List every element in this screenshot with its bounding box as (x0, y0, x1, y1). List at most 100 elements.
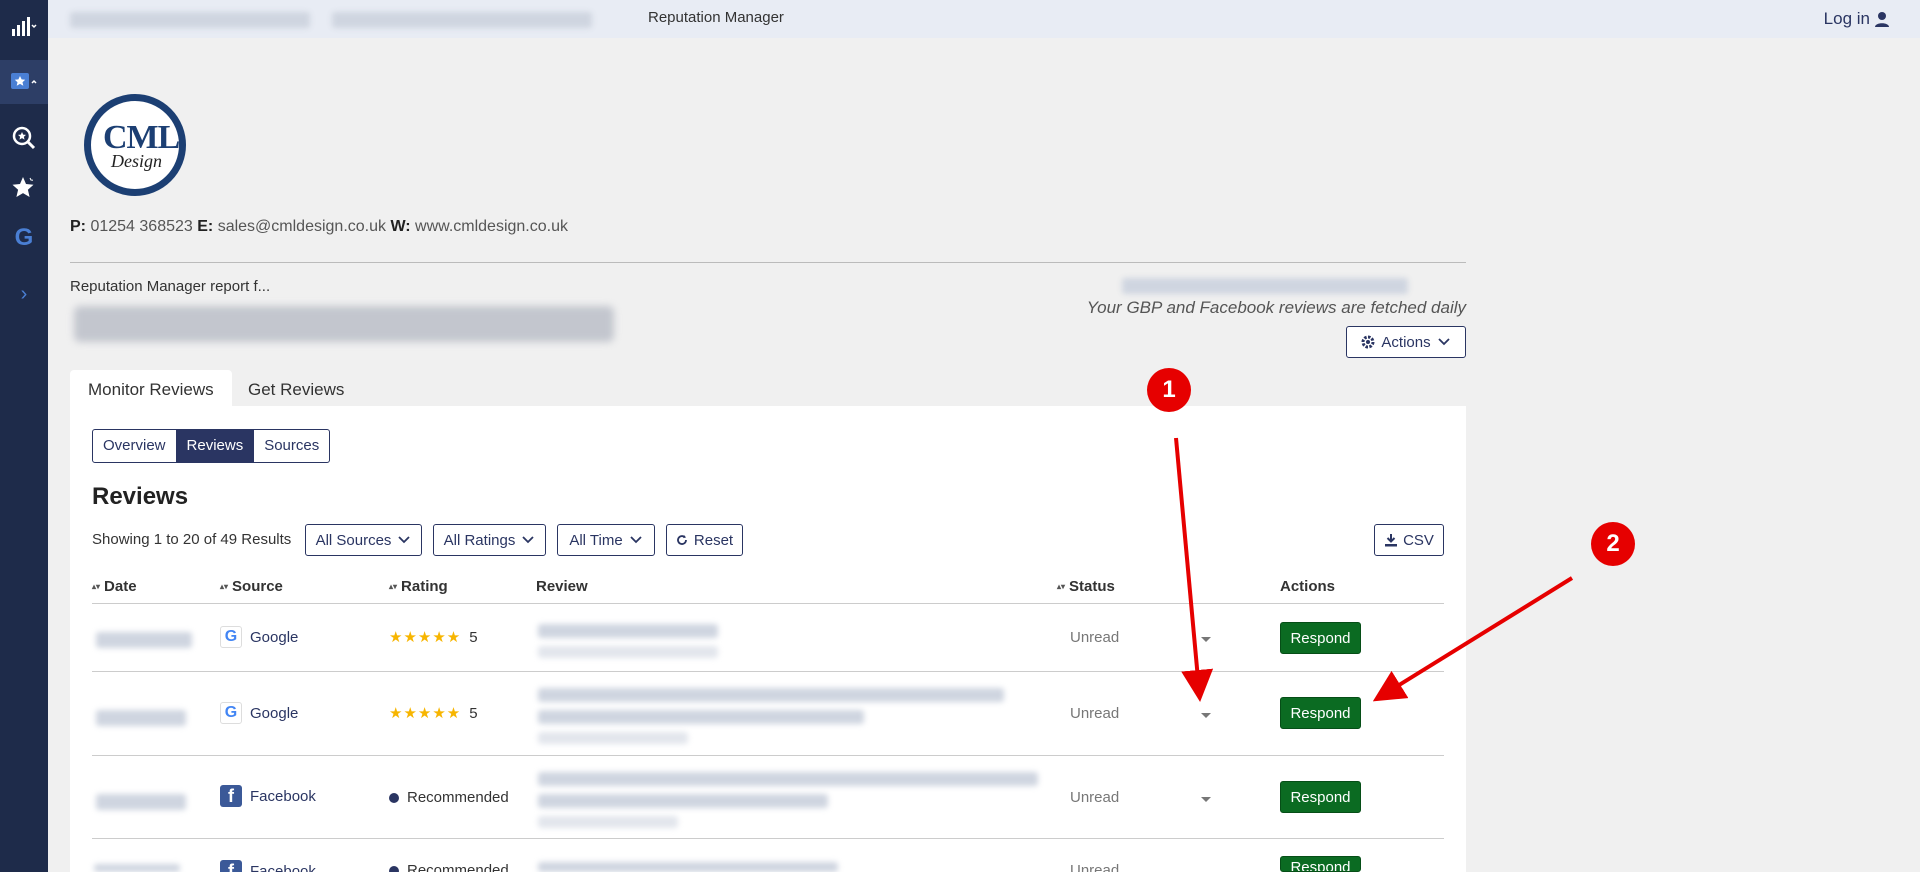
login-label: Log in (1823, 9, 1870, 28)
rating-value: Recommended (407, 789, 509, 806)
company-logo: CML Design (84, 94, 186, 196)
col-source-label: Source (232, 578, 283, 595)
blurred-review-text (538, 688, 1004, 702)
blurred-breadcrumb (332, 12, 592, 28)
login-link[interactable]: Log in (1824, 9, 1890, 29)
subtab-overview[interactable]: Overview (93, 430, 177, 462)
review-rating: Recommended (389, 789, 509, 806)
blurred-review-text (538, 710, 864, 724)
website-label: W: (390, 218, 411, 235)
blurred-review-text (538, 646, 718, 658)
filter-sources-dropdown[interactable]: All Sources (305, 524, 422, 556)
download-icon (1385, 534, 1398, 547)
refresh-icon (677, 535, 687, 545)
rating-value: 5 (469, 628, 478, 646)
chart-icon[interactable] (0, 4, 48, 48)
tab-get-reviews[interactable]: Get Reviews (230, 370, 362, 406)
source-label: Google (250, 628, 299, 646)
chevron-down-icon (522, 536, 534, 544)
col-actions-label: Actions (1280, 578, 1336, 595)
sort-icon: ▴▾ (389, 582, 398, 591)
user-icon (1875, 12, 1889, 27)
row-divider (92, 838, 1444, 839)
review-status: Unread (1070, 789, 1120, 806)
col-rating-label: Rating (401, 578, 448, 595)
sort-icon: ▴▾ (220, 582, 229, 591)
blurred-date (96, 710, 186, 726)
col-status-header[interactable]: ▴▾ Status (1057, 578, 1115, 595)
status-dropdown-icon[interactable] (1201, 637, 1211, 642)
respond-button[interactable]: Respond (1280, 856, 1361, 872)
expand-chevron-icon[interactable]: › (0, 272, 48, 316)
rating-value: 5 (469, 704, 478, 722)
respond-button[interactable]: Respond (1280, 697, 1361, 729)
review-status: Unread (1070, 705, 1120, 722)
review-source: G Google (220, 702, 298, 724)
chevron-down-icon (398, 536, 411, 544)
recommended-dot-icon (389, 792, 399, 803)
respond-button[interactable]: Respond (1280, 622, 1361, 654)
review-status: Unread (1070, 862, 1120, 872)
tab-monitor-reviews[interactable]: Monitor Reviews (70, 370, 232, 406)
blurred-date (96, 632, 192, 648)
subtab-reviews[interactable]: Reviews (176, 430, 255, 462)
report-for-label: Reputation Manager report f... (70, 278, 271, 295)
sort-icon: ▴▾ (92, 582, 101, 591)
blurred-review-text (538, 794, 828, 808)
row-divider (92, 755, 1444, 756)
review-status: Unread (1070, 629, 1120, 646)
star-icon[interactable] (0, 166, 48, 210)
table-header-divider (92, 603, 1444, 604)
chevron-down-icon (1437, 338, 1450, 346)
reviews-heading: Reviews (92, 483, 189, 510)
phone-value: 01254 368523 (90, 218, 193, 235)
side-nav-rail: G › (0, 0, 48, 872)
google-icon: G (220, 626, 242, 648)
filter-ratings-dropdown[interactable]: All Ratings (433, 524, 546, 556)
source-label: Google (250, 704, 299, 722)
blurred-review-text (538, 862, 838, 872)
blurred-review-text (538, 624, 718, 638)
reset-button[interactable]: Reset (666, 524, 743, 556)
blurred-date (94, 864, 180, 872)
blurred-practice-name (74, 306, 614, 342)
csv-download-button[interactable]: CSV (1374, 524, 1444, 556)
page-app-title: Reputation Manager (648, 9, 784, 26)
rating-value: Recommended (407, 862, 509, 872)
gear-icon (1361, 335, 1375, 349)
filter-sources-label: All Sources (315, 531, 392, 549)
blurred-breadcrumb (70, 12, 310, 28)
annotation-marker-1: 1 (1147, 368, 1191, 412)
email-label: E: (197, 218, 214, 235)
email-value: sales@cmldesign.co.uk (217, 218, 386, 235)
col-status-label: Status (1069, 578, 1115, 595)
review-source: f Facebook (220, 860, 316, 872)
source-label: Facebook (250, 787, 316, 805)
status-dropdown-icon[interactable] (1201, 797, 1211, 802)
filter-time-dropdown[interactable]: All Time (557, 524, 655, 556)
col-date-label: Date (104, 578, 137, 595)
search-audit-icon[interactable] (0, 116, 48, 160)
google-nav-icon[interactable]: G (0, 216, 48, 260)
annotation-marker-2: 2 (1591, 522, 1635, 566)
status-dropdown-icon[interactable] (1201, 713, 1211, 718)
review-rating: ★★★★★ 5 (389, 704, 478, 723)
star-rating-icon: ★★★★★ (389, 629, 462, 646)
sub-tabs: Overview Reviews Sources (92, 429, 331, 463)
col-date-header[interactable]: ▴▾ Date (92, 578, 137, 595)
top-bar: Reputation Manager Log in (48, 0, 1920, 38)
logo-text-design: Design (111, 151, 162, 171)
col-source-header[interactable]: ▴▾ Source (220, 578, 283, 595)
col-rating-header[interactable]: ▴▾ Rating (389, 578, 448, 595)
blurred-review-text (538, 816, 678, 828)
csv-label: CSV (1403, 531, 1434, 549)
reset-label: Reset (693, 531, 734, 549)
actions-dropdown-button[interactable]: Actions (1346, 326, 1466, 358)
blurred-review-text (538, 732, 688, 744)
sort-icon: ▴▾ (1057, 582, 1066, 591)
website-value: www.cmldesign.co.uk (415, 218, 568, 235)
subtab-sources[interactable]: Sources (254, 430, 329, 462)
reputation-icon[interactable] (0, 60, 48, 104)
respond-button[interactable]: Respond (1280, 781, 1361, 813)
fetched-note: Your GBP and Facebook reviews are fetche… (1086, 298, 1466, 317)
